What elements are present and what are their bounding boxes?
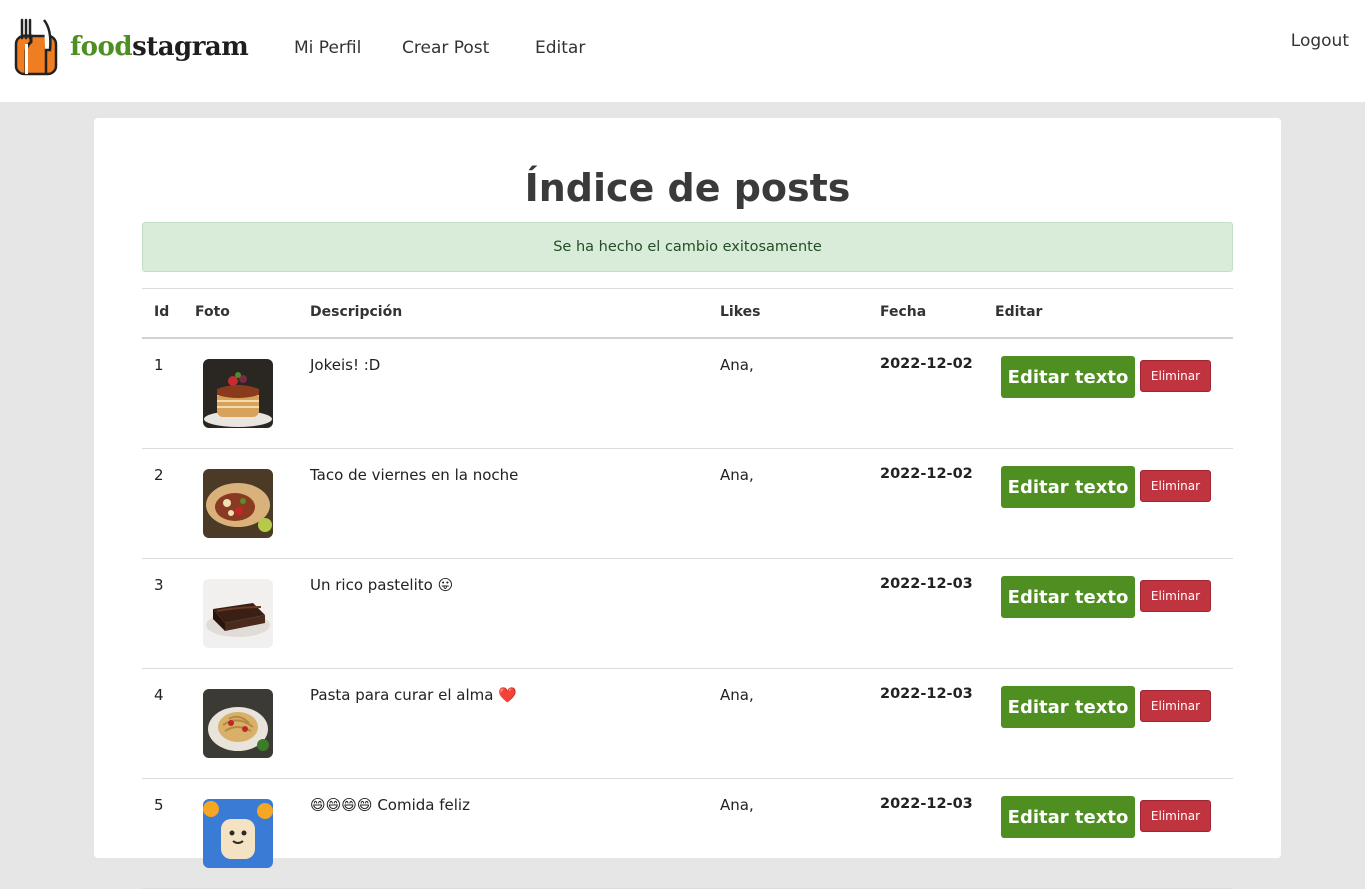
row-description: Jokeis! :D <box>310 356 381 374</box>
row-date: 2022-12-03 <box>880 576 973 592</box>
row-date: 2022-12-02 <box>880 466 973 482</box>
post-thumbnail-chocolate-cake[interactable] <box>203 579 273 648</box>
header-likes: Likes <box>720 304 761 320</box>
row-date: 2022-12-02 <box>880 356 973 372</box>
row-likes: Ana, <box>720 356 754 374</box>
table-row: 2 Taco de viernes en la noche Ana, 2022-… <box>142 449 1233 559</box>
edit-text-button[interactable]: Editar texto <box>1001 466 1135 508</box>
nav-crear-post[interactable]: Crear Post <box>402 38 489 58</box>
table-row: 4 Pasta para curar el alma ❤️ Ana, 2022-… <box>142 669 1233 779</box>
row-date: 2022-12-03 <box>880 796 973 812</box>
row-id: 3 <box>154 576 164 594</box>
edit-text-button[interactable]: Editar texto <box>1001 356 1135 398</box>
brand-name-food: food <box>70 32 133 62</box>
header-id: Id <box>154 304 170 320</box>
header-foto: Foto <box>195 304 230 320</box>
row-id: 1 <box>154 356 164 374</box>
posts-table: Id Foto Descripción Likes Fecha Editar 1 <box>142 288 1233 889</box>
fork-knife-icon <box>14 18 58 76</box>
post-thumbnail-pasta[interactable] <box>203 689 273 758</box>
success-alert: Se ha hecho el cambio exitosamente <box>142 222 1233 272</box>
delete-button[interactable]: Eliminar <box>1140 360 1211 392</box>
header-editar: Editar <box>995 304 1043 320</box>
brand-name: foodstagram <box>70 32 249 62</box>
post-thumbnail-pancakes[interactable] <box>203 359 273 428</box>
row-likes: Ana, <box>720 796 754 814</box>
content-card: Índice de posts Se ha hecho el cambio ex… <box>94 118 1281 889</box>
table-row: 1 Jokeis! :D Ana, 2022-12-02 Editar text… <box>142 339 1233 449</box>
row-description: Taco de viernes en la noche <box>310 466 519 484</box>
row-likes: Ana, <box>720 686 754 704</box>
table-row: 5 😄😄😄😄 Comida feliz Ana, 2022-12-03 Edit… <box>142 779 1233 889</box>
row-id: 5 <box>154 796 164 814</box>
table-row: 3 Un rico pastelito 😛 2022-12-03 Editar … <box>142 559 1233 669</box>
delete-button[interactable]: Eliminar <box>1140 690 1211 722</box>
delete-button[interactable]: Eliminar <box>1140 580 1211 612</box>
page-title: Índice de posts <box>524 166 851 210</box>
brand-name-stagram: stagram <box>132 32 249 62</box>
post-thumbnail-toast[interactable] <box>203 799 273 868</box>
brand-logo[interactable]: foodstagram <box>12 18 249 76</box>
row-description: Pasta para curar el alma ❤️ <box>310 686 517 704</box>
row-id: 2 <box>154 466 164 484</box>
edit-text-button[interactable]: Editar texto <box>1001 796 1135 838</box>
nav-editar[interactable]: Editar <box>535 38 585 58</box>
delete-button[interactable]: Eliminar <box>1140 470 1211 502</box>
row-description: 😄😄😄😄 Comida feliz <box>310 796 470 814</box>
top-navbar: foodstagram Mi Perfil Crear Post Editar … <box>0 0 1365 102</box>
table-header: Id Foto Descripción Likes Fecha Editar <box>142 288 1233 339</box>
post-thumbnail-burrito[interactable] <box>203 469 273 538</box>
row-id: 4 <box>154 686 164 704</box>
edit-text-button[interactable]: Editar texto <box>1001 686 1135 728</box>
nav-mi-perfil[interactable]: Mi Perfil <box>294 38 361 58</box>
header-descripcion: Descripción <box>310 304 403 320</box>
logout-link[interactable]: Logout <box>1291 31 1349 51</box>
row-likes: Ana, <box>720 466 754 484</box>
header-fecha: Fecha <box>880 304 927 320</box>
edit-text-button[interactable]: Editar texto <box>1001 576 1135 618</box>
row-description: Un rico pastelito 😛 <box>310 576 454 594</box>
row-date: 2022-12-03 <box>880 686 973 702</box>
delete-button[interactable]: Eliminar <box>1140 800 1211 832</box>
